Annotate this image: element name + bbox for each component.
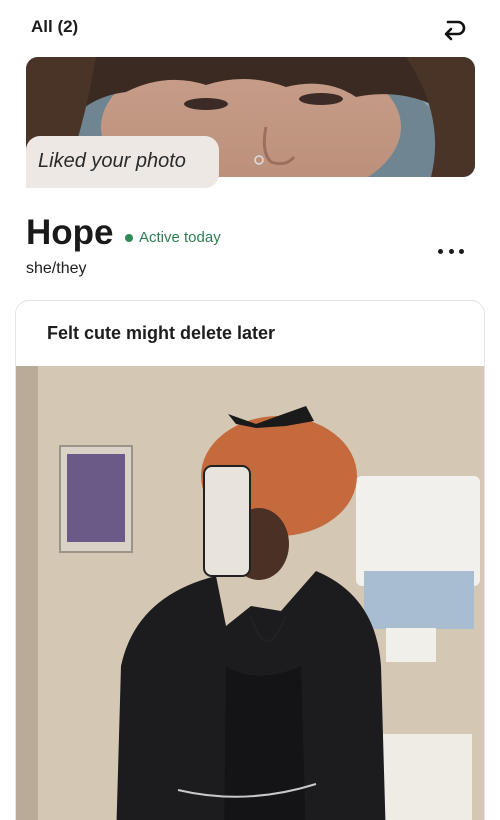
undo-button[interactable] — [438, 14, 468, 44]
profile-name: Hope — [26, 213, 114, 252]
post-photo[interactable] — [16, 366, 484, 820]
more-horizontal-icon — [448, 248, 454, 254]
active-status-text: Active today — [139, 229, 221, 246]
liked-message: Liked your photo — [38, 150, 186, 172]
profile-pronouns: she/they — [26, 260, 87, 277]
active-dot-icon — [125, 233, 133, 242]
top-bar: All (2) — [0, 0, 500, 56]
activity-status: Active today — [125, 229, 221, 246]
liked-photo-bubble: Liked your photo — [26, 136, 219, 188]
post-caption: Felt cute might delete later — [47, 323, 276, 343]
undo-arrow-icon — [444, 20, 466, 41]
more-options-button[interactable] — [434, 240, 468, 262]
more-horizontal-icon — [459, 248, 464, 254]
profile-post-card: Felt cute might delete later — [15, 300, 485, 820]
filter-all-label[interactable]: All (2) — [31, 17, 78, 37]
more-horizontal-icon — [438, 248, 443, 254]
